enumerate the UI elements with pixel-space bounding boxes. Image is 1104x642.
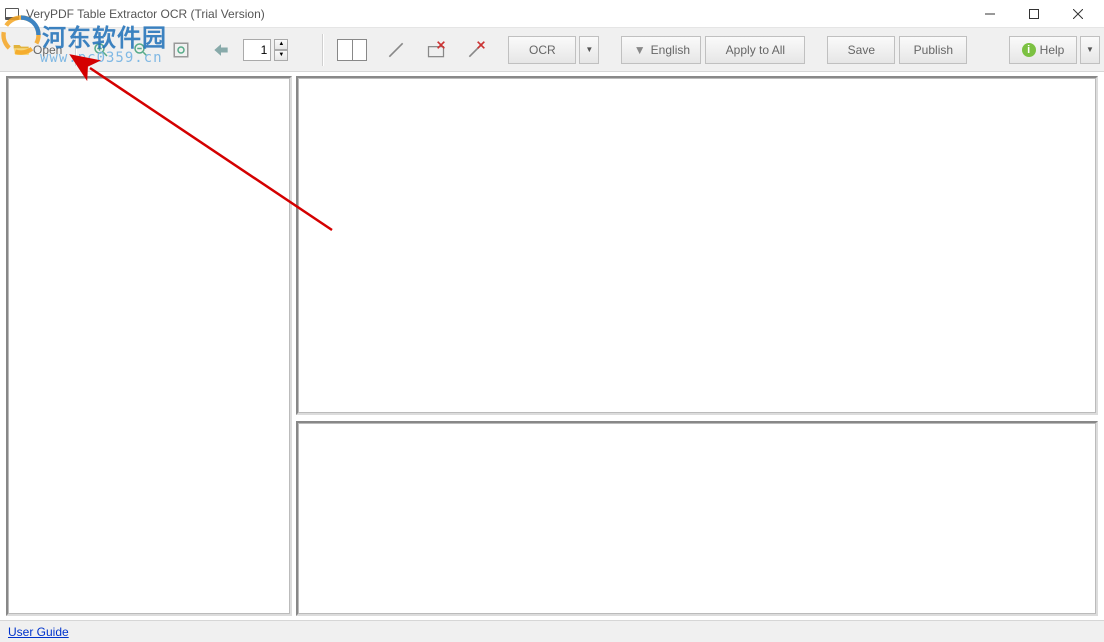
delete-line-icon xyxy=(465,39,487,61)
help-icon: i xyxy=(1022,43,1036,57)
chevron-down-icon: ▼ xyxy=(633,43,647,57)
language-button[interactable]: ▼ English xyxy=(621,36,701,64)
help-dropdown[interactable]: ▼ xyxy=(1080,36,1100,64)
folder-open-icon xyxy=(11,39,33,61)
ocr-button[interactable]: OCR xyxy=(508,36,576,64)
spin-down-icon[interactable]: ▼ xyxy=(274,50,288,61)
zoom-out-icon xyxy=(130,39,152,61)
preview-panel[interactable] xyxy=(296,76,1098,415)
delete-area-button[interactable] xyxy=(418,36,454,64)
chevron-down-icon: ▼ xyxy=(585,45,593,54)
help-label: Help xyxy=(1040,43,1065,57)
publish-button[interactable]: Publish xyxy=(899,36,967,64)
window-title: VeryPDF Table Extractor OCR (Trial Versi… xyxy=(26,7,968,21)
open-label: Open xyxy=(33,43,62,57)
nav-arrow-icon xyxy=(210,39,232,61)
separator-icon xyxy=(322,34,324,66)
status-bar: User Guide xyxy=(0,620,1104,642)
language-label: English xyxy=(651,43,690,57)
help-button[interactable]: i Help xyxy=(1009,36,1077,64)
toolbar: Open ▲ ▼ xyxy=(0,28,1104,72)
ocr-dropdown[interactable]: ▼ xyxy=(579,36,599,64)
work-area xyxy=(0,72,1104,620)
select-area-button[interactable] xyxy=(330,36,374,64)
zoom-in-icon xyxy=(90,39,112,61)
spin-up-icon[interactable]: ▲ xyxy=(274,39,288,50)
delete-line-button[interactable] xyxy=(458,36,494,64)
apply-all-label: Apply to All xyxy=(726,43,785,57)
fit-page-button[interactable] xyxy=(163,36,199,64)
thumbnail-panel[interactable] xyxy=(6,76,292,616)
apply-all-button[interactable]: Apply to All xyxy=(705,36,805,64)
publish-label: Publish xyxy=(914,43,953,57)
zoom-out-button[interactable] xyxy=(123,36,159,64)
zoom-in-button[interactable] xyxy=(83,36,119,64)
delete-rect-icon xyxy=(425,39,447,61)
rectangle-split-icon xyxy=(337,39,367,61)
diagonal-line-icon xyxy=(385,39,407,61)
fit-page-icon xyxy=(170,39,192,61)
minimize-button[interactable] xyxy=(968,0,1012,28)
close-button[interactable] xyxy=(1056,0,1100,28)
title-bar: VeryPDF Table Extractor OCR (Trial Versi… xyxy=(0,0,1104,28)
result-panel[interactable] xyxy=(296,421,1098,616)
nav-button[interactable] xyxy=(203,36,239,64)
draw-line-button[interactable] xyxy=(378,36,414,64)
page-spinner[interactable]: ▲ ▼ xyxy=(274,39,288,61)
save-label: Save xyxy=(848,43,875,57)
separator-icon xyxy=(75,34,77,66)
save-button[interactable]: Save xyxy=(827,36,895,64)
chevron-down-icon: ▼ xyxy=(1086,45,1094,54)
ocr-label: OCR xyxy=(529,43,556,57)
app-icon xyxy=(4,6,20,22)
page-number-input[interactable] xyxy=(243,39,271,61)
open-button[interactable]: Open xyxy=(4,36,69,64)
maximize-button[interactable] xyxy=(1012,0,1056,28)
user-guide-link[interactable]: User Guide xyxy=(8,625,69,639)
